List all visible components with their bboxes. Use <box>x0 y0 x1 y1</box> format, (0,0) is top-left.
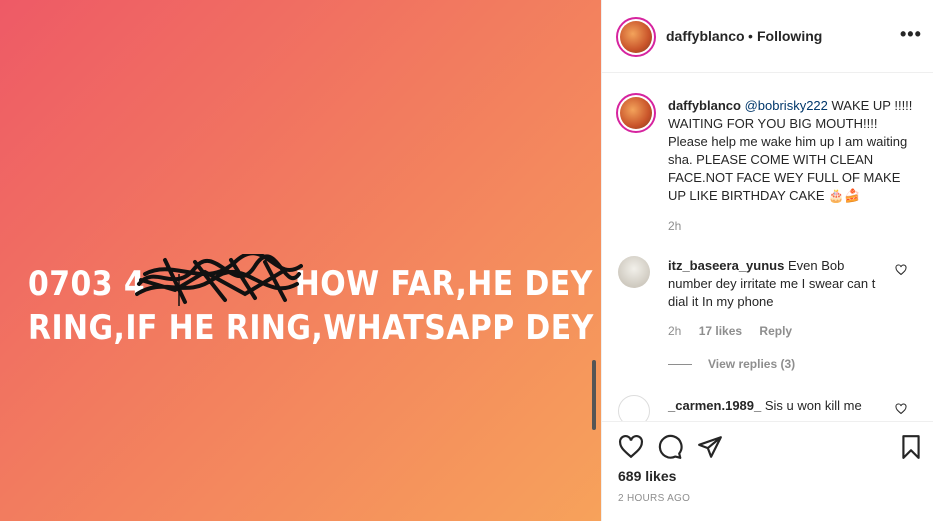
comment-like-icon[interactable] <box>895 264 907 276</box>
caption-body: WAKE UP !!!!! WAITING FOR YOU BIG MOUTH!… <box>668 98 913 203</box>
following-button[interactable]: Following <box>757 28 822 44</box>
comment-username[interactable]: _carmen.1989_ <box>668 398 761 413</box>
comment-like-icon[interactable] <box>895 403 907 415</box>
scrollbar-thumb[interactable] <box>592 360 596 430</box>
commenter-avatar[interactable] <box>618 395 650 421</box>
comment-time[interactable]: 2h <box>668 324 681 338</box>
comment-body: Sis u won kill me <box>761 398 862 413</box>
comment-username[interactable]: itz_baseera_yunus <box>668 258 784 273</box>
comment-meta: 2h 17 likes Reply <box>668 324 806 338</box>
caption-time[interactable]: 2h <box>668 219 681 233</box>
action-bar: 689 likes 2 HOURS AGO <box>602 421 933 522</box>
comment-likes[interactable]: 17 likes <box>699 324 742 338</box>
comment-icon[interactable] <box>657 434 683 460</box>
bookmark-icon[interactable] <box>898 434 924 460</box>
post-sidebar: daffyblanco • Following ••• daffyblanco … <box>601 0 933 521</box>
comment-text: itz_baseera_yunus Even Bob number dey ir… <box>668 257 888 311</box>
post-header: daffyblanco • Following ••• <box>602 0 933 73</box>
story-text-line1-start: 0703 4 <box>28 264 146 304</box>
redaction-scribble <box>135 254 303 306</box>
comment-text: _carmen.1989_ Sis u won kill me <box>668 398 862 413</box>
instagram-post-viewer: 0703 4 HOW FAR,HE DEY RING,IF HE RING,WHA… <box>0 0 933 521</box>
reply-button[interactable]: Reply <box>759 324 792 338</box>
story-text-line2: RING,IF HE RING,WHATSAPP DEY O <box>28 308 601 348</box>
commenter-avatar[interactable] <box>618 256 650 288</box>
post-timestamp[interactable]: 2 HOURS AGO <box>618 493 690 504</box>
view-replies-button[interactable]: View replies (3) <box>668 357 795 371</box>
post-image[interactable]: 0703 4 HOW FAR,HE DEY RING,IF HE RING,WHA… <box>0 0 601 521</box>
author-username[interactable]: daffyblanco <box>666 28 745 44</box>
comments-section[interactable]: daffyblanco @bobrisky222 WAKE UP !!!!! W… <box>602 73 933 421</box>
share-icon[interactable] <box>697 434 723 460</box>
more-options-icon[interactable]: ••• <box>900 24 922 45</box>
caption-mention[interactable]: @bobrisky222 <box>745 98 828 113</box>
view-replies-label: View replies (3) <box>708 357 796 371</box>
separator-dot: • <box>748 28 753 44</box>
author-avatar[interactable] <box>616 17 656 57</box>
like-heart-icon[interactable] <box>618 434 644 460</box>
caption-author-avatar[interactable] <box>616 93 656 133</box>
caption-text: daffyblanco @bobrisky222 WAKE UP !!!!! W… <box>668 97 918 205</box>
story-text-line1-end: HOW FAR,HE DEY <box>294 264 593 304</box>
replies-line <box>668 364 692 366</box>
caption-username[interactable]: daffyblanco <box>668 98 741 113</box>
like-count[interactable]: 689 likes <box>618 468 676 484</box>
